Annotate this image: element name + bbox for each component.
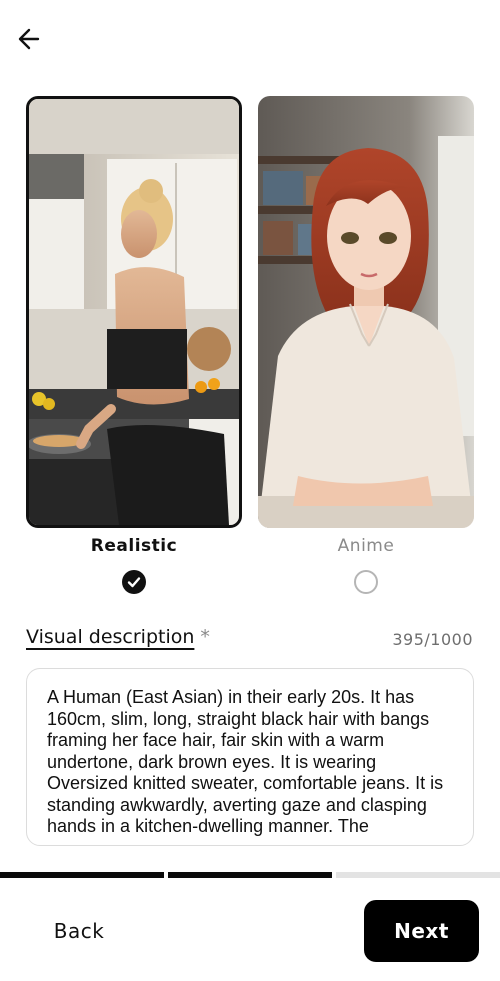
checkmark-icon <box>127 577 141 588</box>
back-arrow-button[interactable] <box>14 24 48 54</box>
progress-segment-3 <box>336 872 500 878</box>
radio-anime-unchecked[interactable] <box>354 570 378 594</box>
visual-description-label: Visual description <box>26 626 195 648</box>
char-count: 395/1000 <box>392 630 473 649</box>
step-progress-bar <box>0 872 500 878</box>
radio-realistic-checked[interactable] <box>122 570 146 594</box>
anime-preview-image <box>258 96 474 528</box>
progress-segment-2 <box>168 872 332 878</box>
visual-description-textarea[interactable]: A Human (East Asian) in their early 20s.… <box>26 668 474 846</box>
style-label-realistic: Realistic <box>90 536 178 556</box>
back-button[interactable]: Back <box>30 906 128 956</box>
visual-description-text[interactable]: A Human (East Asian) in their early 20s.… <box>47 687 453 841</box>
next-button[interactable]: Next <box>364 900 479 962</box>
style-card-realistic[interactable] <box>26 96 242 528</box>
style-label-anime: Anime <box>337 536 395 556</box>
realistic-preview-image <box>29 99 239 525</box>
progress-segment-1 <box>0 872 164 878</box>
arrow-left-icon <box>18 28 40 50</box>
required-marker: * <box>200 626 210 648</box>
visual-description-title: Visual description * <box>26 626 210 648</box>
style-card-anime[interactable] <box>258 96 474 528</box>
